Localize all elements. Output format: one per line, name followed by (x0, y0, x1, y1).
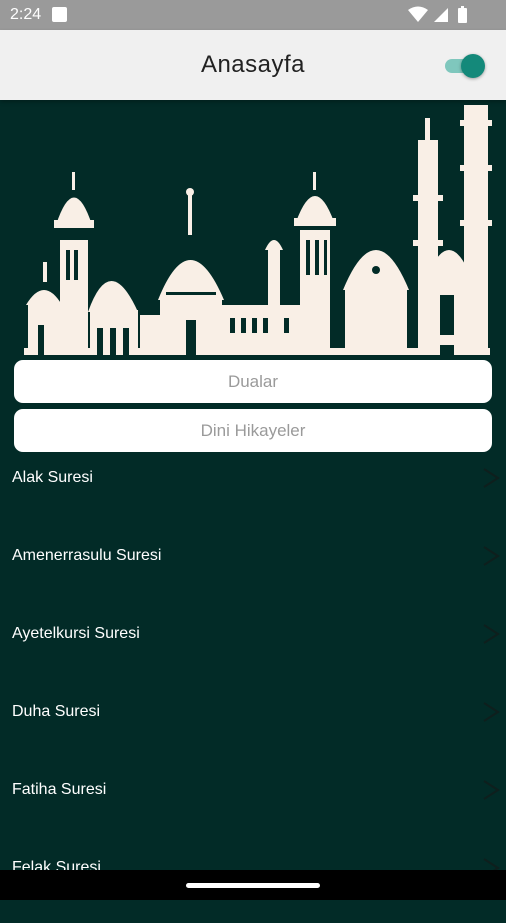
dualar-button[interactable]: Dualar (14, 360, 492, 403)
list-item[interactable]: Alak Suresi (0, 455, 506, 533)
wifi-icon (408, 6, 428, 22)
battery-icon (458, 8, 467, 23)
status-bar: 2:24 (0, 0, 506, 30)
chevron-right-icon (483, 624, 500, 644)
list-item-label: Duha Suresi (12, 703, 101, 720)
list-item[interactable]: Amenerrasulu Suresi (0, 533, 506, 611)
notification-icon (52, 7, 67, 22)
list-item-label: Ayetelkursi Suresi (12, 625, 140, 642)
status-time: 2:24 (10, 6, 42, 23)
list-item[interactable]: Duha Suresi (0, 689, 506, 767)
page-title: Anasayfa (200, 51, 306, 78)
home-gesture-handle[interactable] (186, 883, 320, 888)
toggle-thumb (461, 54, 485, 78)
chevron-right-icon (483, 468, 500, 488)
chevron-right-icon (483, 702, 500, 722)
mosque-illustration (24, 105, 492, 355)
theme-toggle[interactable] (443, 52, 485, 78)
status-icons (408, 6, 467, 23)
dini-hikayeler-button[interactable]: Dini Hikayeler (14, 409, 492, 452)
list-item-label: Alak Suresi (12, 469, 93, 486)
navigation-bar (0, 870, 506, 900)
list-item-label: Amenerrasulu Suresi (12, 547, 162, 564)
chevron-right-icon (483, 546, 500, 566)
app-bar: Anasayfa (0, 30, 506, 100)
list-item-label: Fatiha Suresi (12, 781, 107, 798)
list-item[interactable]: Ayetelkursi Suresi (0, 611, 506, 689)
chevron-right-icon (483, 780, 500, 800)
list-item[interactable]: Fatiha Suresi (0, 767, 506, 845)
signal-icon (434, 8, 448, 22)
